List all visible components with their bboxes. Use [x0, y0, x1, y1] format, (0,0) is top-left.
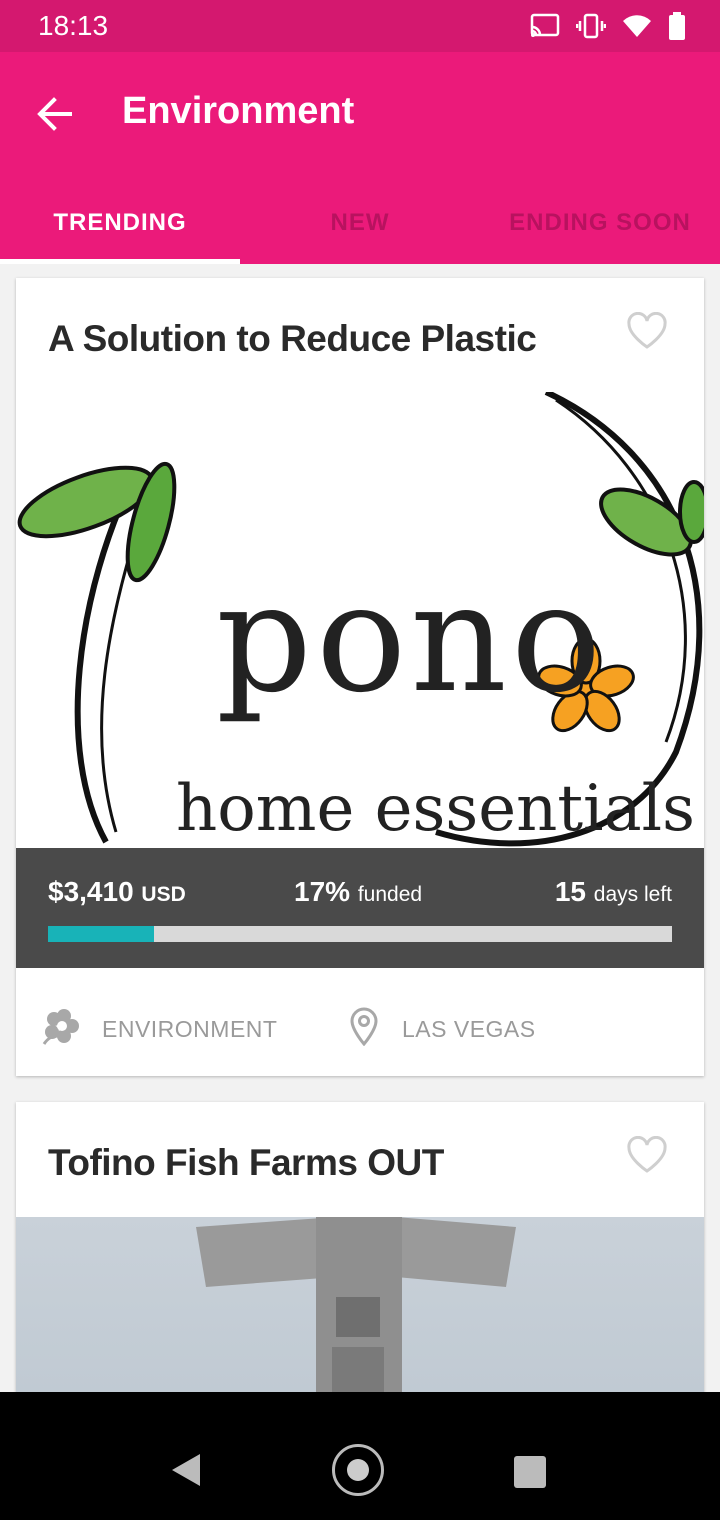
logo-wordmark: pono [216, 552, 606, 726]
funding-amount: $3,410 USD [48, 876, 186, 908]
nav-home-icon[interactable] [332, 1444, 384, 1496]
percent-label: funded [357, 883, 423, 906]
flower-icon [40, 1006, 80, 1052]
wifi-icon [622, 13, 652, 44]
category-tag[interactable]: ENVIRONMENT [40, 1006, 277, 1052]
status-bar: 18:13 [0, 0, 720, 52]
funding-progress-bar [48, 926, 672, 942]
amount-currency: USD [141, 883, 186, 906]
status-icons [530, 12, 686, 45]
system-nav-bar [0, 1392, 720, 1520]
campaign-image[interactable] [16, 1217, 704, 1417]
page-title: Environment [122, 90, 355, 132]
days-left: 15 days left [555, 876, 672, 908]
heart-icon[interactable] [626, 311, 668, 350]
days-label: days left [593, 883, 672, 906]
status-time: 18:13 [38, 10, 109, 41]
back-arrow-icon[interactable] [30, 88, 82, 140]
location-pin-icon [348, 1006, 380, 1052]
nav-recents-icon[interactable] [514, 1456, 546, 1488]
funding-percent: 17% funded [294, 876, 422, 908]
funding-progress-fill [48, 926, 155, 942]
tab-trending[interactable]: TRENDING [0, 182, 240, 264]
campaign-title: Tofino Fish Farms OUT [48, 1142, 444, 1183]
campaign-title: A Solution to Reduce Plastic [48, 318, 537, 359]
app-bar: Environment TRENDING NEW ENDING SOON [0, 52, 720, 264]
tab-ending-soon[interactable]: ENDING SOON [480, 182, 720, 264]
location-label: LAS VEGAS [402, 1015, 536, 1042]
funding-panel: $3,410 USD 17% funded 15 days left [16, 848, 704, 968]
vibrate-icon [575, 13, 607, 44]
tab-bar: TRENDING NEW ENDING SOON [0, 182, 720, 264]
nav-back-icon[interactable] [170, 1452, 202, 1493]
percent-value: 17% [294, 876, 351, 907]
campaign-card[interactable]: Tofino Fish Farms OUT [16, 1102, 704, 1417]
cast-icon [530, 13, 560, 44]
logo-subtitle: home essentials [176, 772, 695, 846]
campaign-card[interactable]: A Solution to Reduce Plastic pono home e… [16, 278, 704, 1076]
campaign-image[interactable]: pono home essentials [16, 392, 704, 848]
tab-new[interactable]: NEW [240, 182, 480, 264]
days-value: 15 [554, 876, 586, 907]
battery-icon [668, 12, 686, 45]
heart-icon[interactable] [626, 1135, 668, 1174]
category-label: ENVIRONMENT [102, 1015, 278, 1042]
amount-value: $3,410 [48, 876, 134, 907]
location-tag[interactable]: LAS VEGAS [348, 1006, 536, 1052]
campaign-meta: ENVIRONMENT LAS VEGAS [16, 968, 704, 1076]
